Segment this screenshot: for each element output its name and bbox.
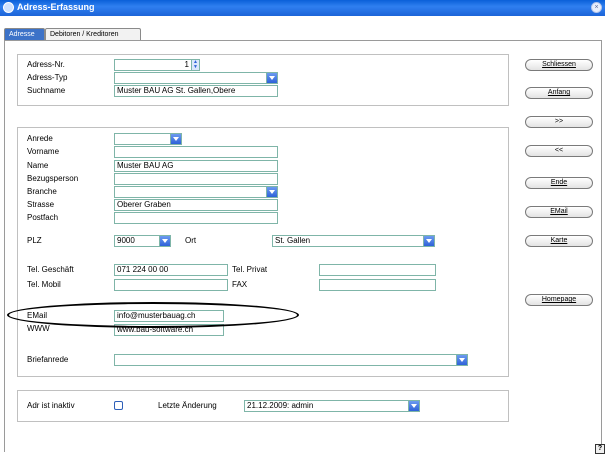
adress-typ-select[interactable] [114,72,278,84]
chevron-down-icon[interactable] [266,73,277,83]
adress-nr-label: Adress-Nr. [27,60,65,69]
strasse-input[interactable]: Oberer Graben [114,199,278,211]
window-title: Adress-Erfassung [17,2,95,12]
inaktiv-checkbox[interactable] [114,401,123,410]
vorname-label: Vorname [27,147,60,156]
bezugsperson-input[interactable] [114,173,278,185]
plz-label: PLZ [27,236,42,245]
spin-icon[interactable]: ▲ ▼ [191,60,199,70]
suchname-label: Suchname [27,86,66,95]
close-icon[interactable]: × [591,2,602,13]
fax-label: FAX [232,280,248,289]
postfach-label: Postfach [27,213,59,222]
letzte-aenderung-select[interactable]: 21.12.2009: admin [244,400,420,412]
plz-select[interactable]: 9000 [114,235,171,247]
adress-nr-value: 1 [184,60,189,69]
homepage-button[interactable]: Homepage [525,294,593,306]
www-label: WWW [27,324,50,333]
bezugsperson-label: Bezugsperson [27,174,79,183]
fax-input[interactable] [319,279,436,291]
suchname-input[interactable]: Muster BAU AG St. Gallen,Obere [114,85,278,97]
tab-adresse[interactable]: Adresse [4,28,45,40]
adress-nr-stepper[interactable]: 1 ▲ ▼ [114,59,200,71]
chevron-down-icon[interactable] [423,236,434,246]
vorname-input[interactable] [114,146,278,158]
chevron-down-icon[interactable] [408,401,419,411]
ort-select[interactable]: St. Gallen [272,235,435,247]
name-input[interactable]: Muster BAU AG [114,160,278,172]
letzte-aenderung-label: Letzte Änderung [158,401,217,410]
briefanrede-label: Briefanrede [27,355,69,364]
name-label: Name [27,161,49,170]
window-title-bar: Adress-Erfassung × [0,0,605,16]
tel-geschaeft-input[interactable]: 071 224 00 00 [114,264,228,276]
branche-select[interactable] [114,186,278,198]
tel-privat-label: Tel. Privat [232,265,268,274]
chevron-down-icon[interactable] [170,134,181,144]
email-button[interactable]: EMail [525,206,593,218]
ort-label: Ort [185,236,197,245]
annotation-ellipse [7,302,299,328]
tab-debitoren-kreditoren[interactable]: Debitoren / Kreditoren [45,28,141,40]
strasse-label: Strasse [27,200,55,209]
prev-button[interactable]: << [525,145,593,157]
anrede-select[interactable] [114,133,182,145]
anfang-button[interactable]: Anfang [525,87,593,99]
help-icon[interactable]: ? [595,444,605,454]
tel-privat-input[interactable] [319,264,436,276]
schliessen-button[interactable]: Schliessen [525,59,593,71]
chevron-down-icon[interactable] [456,355,467,365]
tel-mobil-input[interactable] [114,279,228,291]
tel-geschaeft-label: Tel. Geschäft [27,265,74,274]
app-icon [3,2,14,13]
chevron-down-icon[interactable] [266,187,277,197]
anrede-label: Anrede [27,134,53,143]
branche-label: Branche [27,187,57,196]
next-button[interactable]: >> [525,116,593,128]
adress-typ-label: Adress-Typ [27,73,68,82]
ende-button[interactable]: Ende [525,177,593,189]
karte-button[interactable]: Karte [525,235,593,247]
chevron-down-icon[interactable] [159,236,170,246]
postfach-input[interactable] [114,212,278,224]
inaktiv-label: Adr ist inaktiv [27,401,75,410]
briefanrede-select[interactable] [114,354,468,366]
tel-mobil-label: Tel. Mobil [27,280,61,289]
